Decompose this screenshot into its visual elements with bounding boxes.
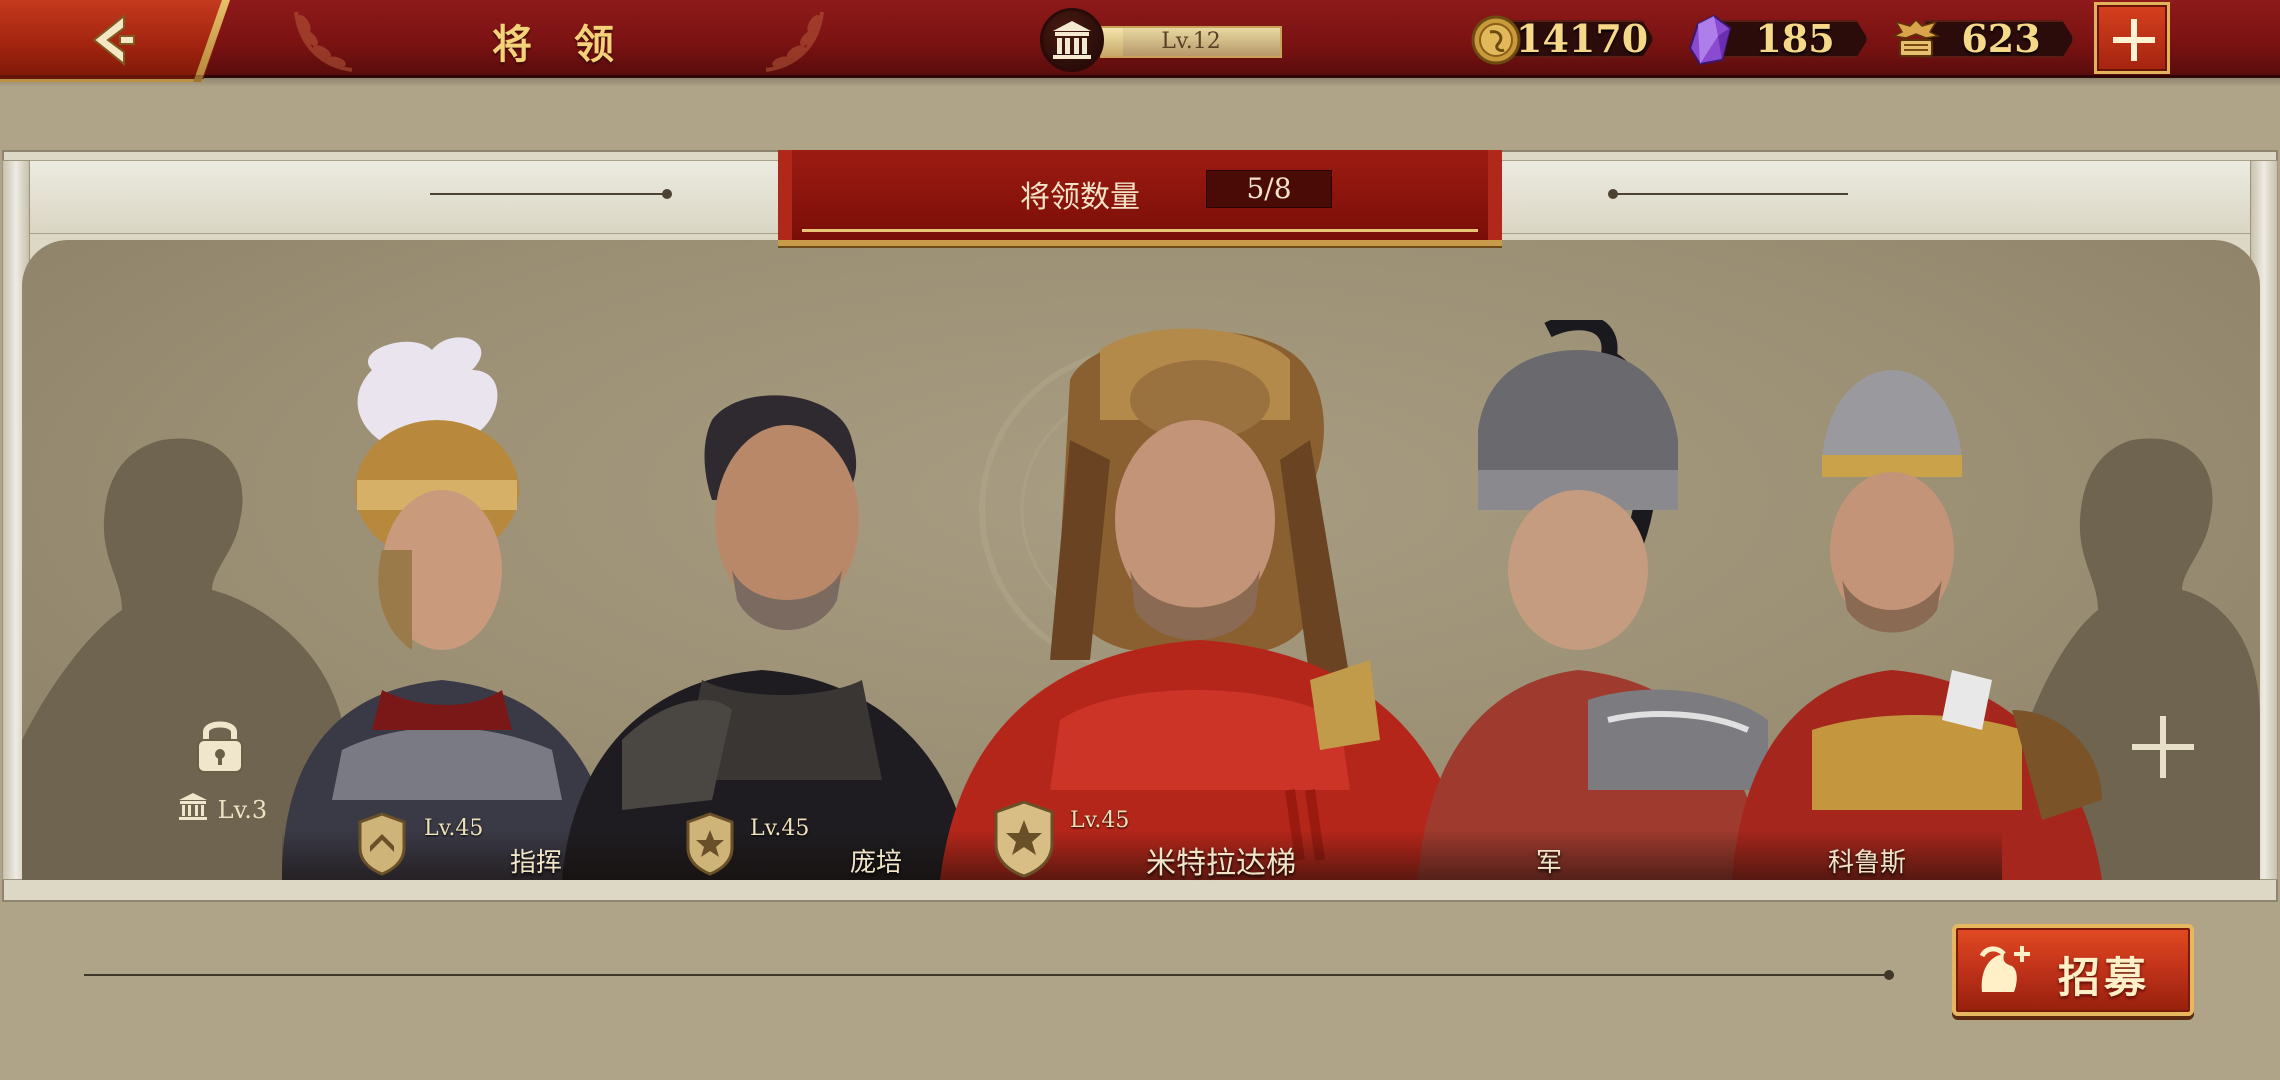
city-hall-emblem (1040, 8, 1104, 72)
general-3-name: 米特拉达梯 (1146, 846, 1296, 881)
gold-resource[interactable]: 14170 (1470, 14, 1660, 65)
add-general-slot-button[interactable] (2132, 716, 2194, 778)
laurel-left-icon (294, 11, 353, 72)
player-level-bar: Lv.12 (1100, 26, 1282, 58)
header-deco-dot-left (662, 189, 672, 199)
temple-small-icon (179, 793, 207, 820)
gold-value: 14170 (1516, 16, 1649, 61)
add-resource-button[interactable] (2094, 2, 2170, 74)
temple-icon (1053, 21, 1091, 59)
padlock-icon[interactable] (190, 714, 250, 776)
rank-star-icon (686, 812, 734, 876)
helmet-plus-icon (1979, 946, 2030, 992)
general-2-name: 庞培 (850, 848, 903, 878)
gold-coin-icon (1471, 15, 1521, 65)
roster-count-value: 5/8 (1206, 170, 1332, 208)
header-deco-dot-right (1608, 189, 1618, 199)
bottom-deco-dot (1884, 970, 1894, 980)
general-2-level: Lv.45 (750, 816, 810, 841)
general-5-name: 科鲁斯 (1828, 848, 1907, 878)
recruit-label: 招募 (2058, 953, 2151, 1002)
recruit-button[interactable]: 招募 (1952, 924, 2194, 1016)
roster-count-label: 将领数量 (1020, 180, 1140, 215)
honor-value: 623 (1961, 16, 2041, 61)
player-level-widget[interactable]: Lv.12 (1040, 8, 1282, 72)
header-deco-line-right (1612, 193, 1848, 195)
unlock-requirement: Lv.3 (176, 790, 267, 824)
purple-gem-icon (1688, 14, 1732, 66)
generals-stage (22, 240, 2260, 880)
back-arrow-icon (92, 13, 135, 67)
general-1-name: 指挥 (510, 848, 563, 878)
top-bar: 将 领 Lv.12 14170 185 623 (0, 0, 2280, 87)
header-deco-line-left (430, 193, 668, 195)
general-4-name: 军 (1536, 848, 1563, 878)
honor-resource[interactable]: 623 (1890, 14, 2080, 64)
page-title: 将 领 (492, 21, 628, 68)
general-portrait-corus[interactable] (1722, 350, 2162, 880)
player-level-text: Lv.12 (1161, 29, 1221, 54)
general-3-level: Lv.45 (1070, 808, 1130, 833)
gem-resource[interactable]: 185 (1684, 14, 1874, 66)
rank-star-icon (994, 800, 1054, 878)
gem-value: 185 (1755, 16, 1835, 61)
spqr-eagle-icon (1891, 18, 1941, 57)
bottom-deco-line (84, 974, 1894, 976)
rank-chevron-icon (358, 812, 406, 876)
unlock-level-text: Lv.3 (217, 796, 268, 824)
general-1-level: Lv.45 (424, 816, 484, 841)
laurel-right-icon (765, 11, 824, 72)
roster-count-banner: 将领数量 5/8 (778, 150, 1502, 240)
